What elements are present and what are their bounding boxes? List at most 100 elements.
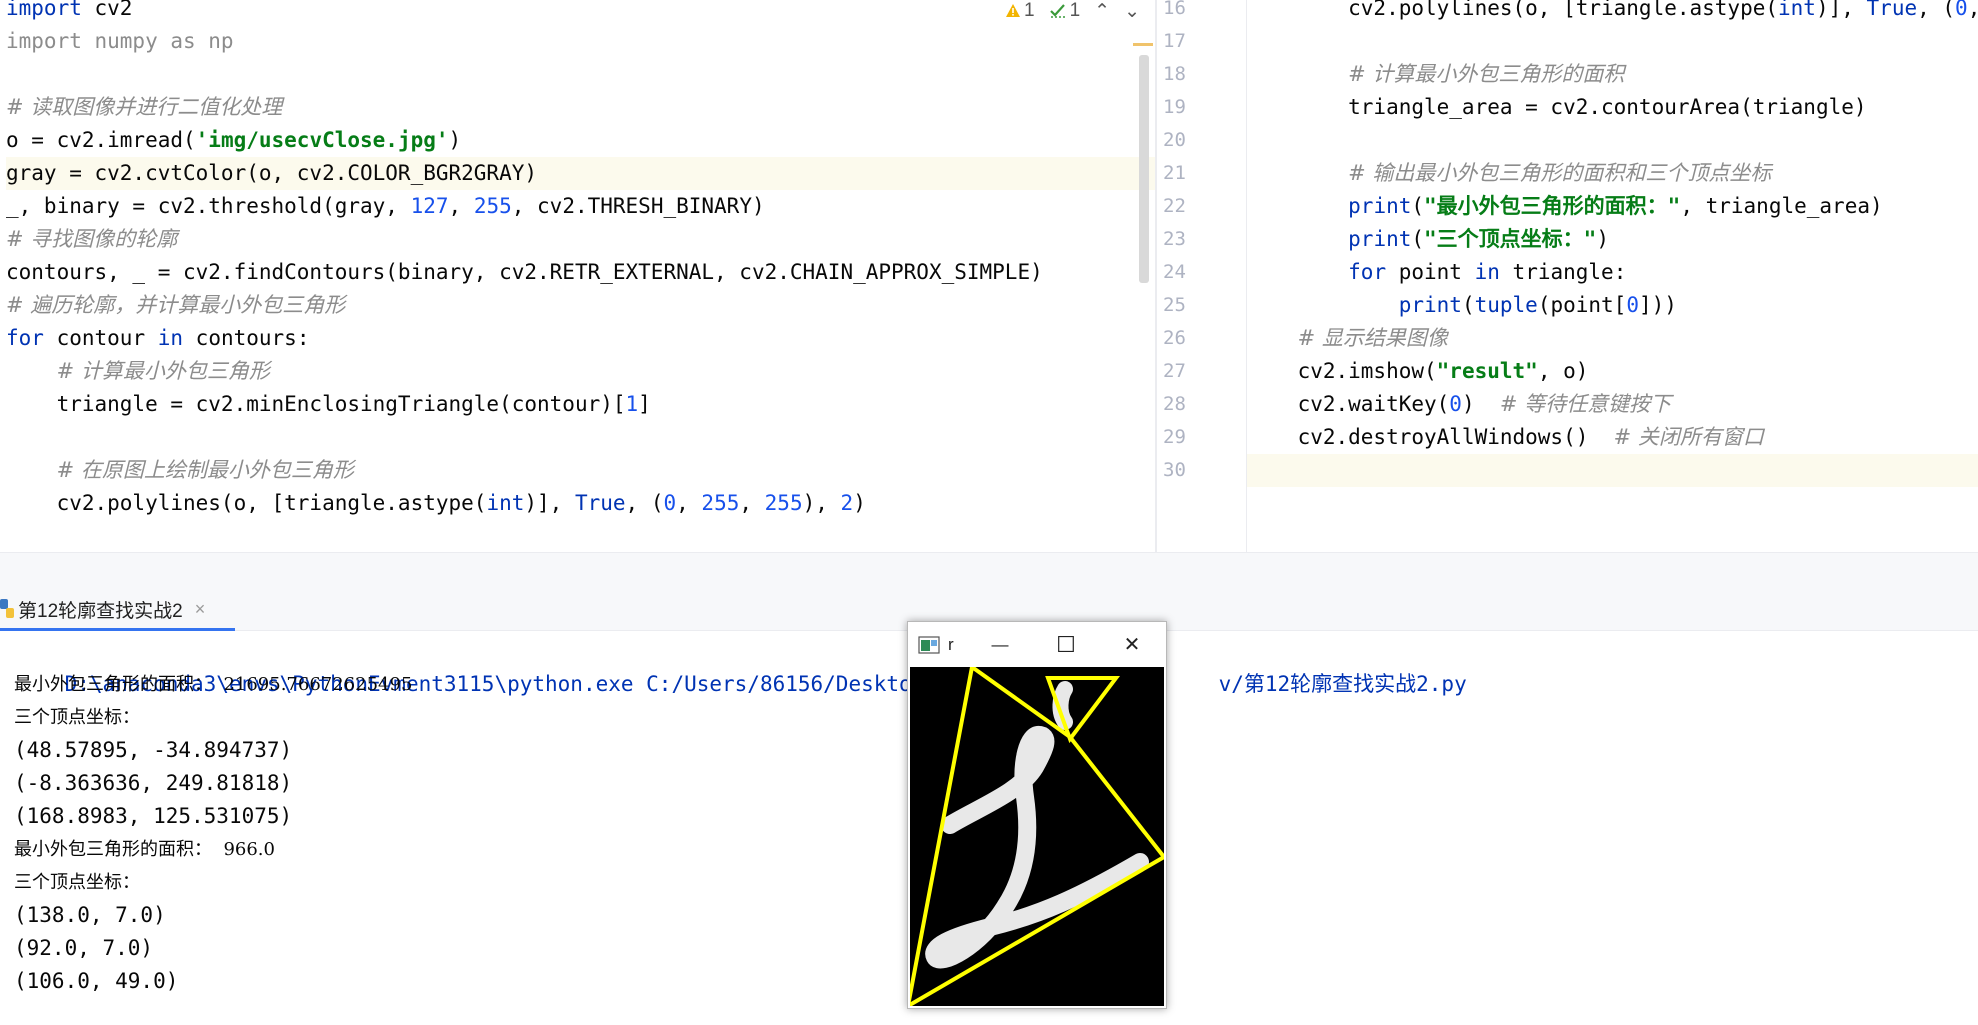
code-line[interactable]: print("三个顶点坐标：") bbox=[1247, 223, 1978, 256]
code-line[interactable]: # 读取图像并进行二值化处理 bbox=[6, 91, 1155, 124]
console-output-line: (48.57895, -34.894737) bbox=[14, 738, 293, 762]
code-line[interactable]: import numpy as np bbox=[6, 25, 1155, 58]
line-number: 17 bbox=[1163, 30, 1186, 52]
code-token: for bbox=[6, 326, 44, 350]
warning-icon bbox=[1006, 4, 1020, 17]
code-token: import bbox=[6, 0, 82, 20]
code-line[interactable]: for contour in contours: bbox=[6, 322, 1155, 355]
editor-right[interactable]: 16 17 18 19 20 21 22 23 24 25 26 27 28 29 30 cv2.polyl… bbox=[1157, 0, 1978, 552]
next-highlight-icon[interactable]: ⌄ bbox=[1124, 0, 1140, 23]
code-line[interactable]: import cv2 bbox=[6, 0, 1155, 25]
code-token: point bbox=[1386, 260, 1475, 284]
previous-highlight-icon[interactable]: ⌃ bbox=[1094, 0, 1110, 23]
code-token: True bbox=[574, 491, 626, 515]
code-token: contours: bbox=[183, 326, 310, 350]
code-token: cv2.polylines(o, [triangle.astype( bbox=[6, 491, 487, 515]
code-line[interactable]: print(tuple(point[0])) bbox=[1247, 289, 1978, 322]
code-line[interactable]: _, binary = cv2.threshold(gray, 127, 255… bbox=[6, 190, 1155, 223]
code-token: cv2.destroyAllWindows() bbox=[1247, 425, 1614, 449]
editor-left[interactable]: import cv2 import numpy as np # 读取图像并进行二值化… bbox=[0, 0, 1155, 552]
code-token: 2 bbox=[840, 491, 854, 515]
code-token: ), bbox=[802, 491, 841, 515]
inspection-indicators[interactable]: 1 1 ⌃ ⌄ bbox=[1005, 0, 1140, 22]
line-number: 25 bbox=[1163, 294, 1186, 316]
console-output-line: 三个顶点坐标： bbox=[14, 872, 140, 893]
code-token: , bbox=[448, 194, 474, 218]
line-number: 24 bbox=[1163, 261, 1186, 283]
code-line[interactable]: # 遍历轮廓，并计算最小外包三角形 bbox=[6, 289, 1155, 322]
code-line[interactable]: # 寻找图像的轮廓 bbox=[6, 223, 1155, 256]
code-line[interactable] bbox=[6, 58, 1155, 91]
code-line[interactable]: cv2.imshow("result", o) bbox=[1247, 355, 1978, 388]
tab-close-icon[interactable]: × bbox=[195, 599, 206, 620]
line-number: 22 bbox=[1163, 195, 1186, 217]
app-icon bbox=[918, 635, 940, 654]
code-token: print bbox=[1348, 227, 1412, 251]
code-token: True bbox=[1866, 0, 1918, 20]
code-line[interactable]: cv2.waitKey(0) # 等待任意键按下 bbox=[1247, 388, 1978, 421]
maximize-button[interactable]: ☐ bbox=[1038, 622, 1094, 667]
code-token: # 在原图上绘制最小外包三角形 bbox=[56, 458, 354, 482]
close-button[interactable]: ✕ bbox=[1104, 622, 1160, 667]
code-line[interactable]: gray = cv2.cvtColor(o, cv2.COLOR_BGR2GRA… bbox=[6, 157, 1155, 190]
tab-run-config[interactable]: 第12轮廓查找实战2 × bbox=[0, 590, 236, 631]
code-token: ( bbox=[1411, 194, 1425, 218]
tab-run-config-label: 第12轮廓查找实战2 bbox=[18, 600, 183, 622]
code-token: , bbox=[676, 491, 702, 515]
code-line[interactable]: # 计算最小外包三角形 bbox=[6, 355, 1155, 388]
code-line[interactable] bbox=[6, 421, 1155, 454]
code-line[interactable] bbox=[1247, 25, 1978, 58]
code-line[interactable]: for point in triangle: bbox=[1247, 256, 1978, 289]
typo-indicator[interactable]: 1 bbox=[1049, 0, 1080, 22]
code-line[interactable]: # 在原图上绘制最小外包三角形 bbox=[6, 454, 1155, 487]
python-file-icon bbox=[0, 599, 14, 618]
code-line[interactable]: o = cv2.imread('img/usecvClose.jpg') bbox=[6, 124, 1155, 157]
console-output-line: (106.0, 49.0) bbox=[14, 969, 179, 993]
warning-stripe[interactable] bbox=[1133, 43, 1153, 46]
code-token: 0 bbox=[1449, 392, 1462, 416]
code-line[interactable] bbox=[1247, 454, 1978, 487]
code-token: , ( bbox=[1917, 0, 1956, 20]
console-output-line: 三个顶点坐标： bbox=[14, 707, 140, 728]
code-line[interactable]: cv2.polylines(o, [triangle.astype(int)],… bbox=[1247, 0, 1978, 25]
code-line[interactable]: cv2.polylines(o, [triangle.astype(int)],… bbox=[6, 487, 1155, 520]
code-token: ] bbox=[638, 392, 651, 416]
check-icon bbox=[1049, 4, 1065, 18]
code-line[interactable]: contours, _ = cv2.findContours(binary, c… bbox=[6, 256, 1155, 289]
code-line[interactable]: # 输出最小外包三角形的面积和三个顶点坐标 bbox=[1247, 157, 1978, 190]
code-token: ])) bbox=[1638, 293, 1677, 317]
code-token: contours, _ = cv2.findContours(binary, c… bbox=[6, 260, 1043, 284]
code-line[interactable]: triangle_area = cv2.contourArea(triangle… bbox=[1247, 91, 1978, 124]
code-token: ) bbox=[1596, 227, 1609, 251]
code-token: )], bbox=[1815, 0, 1867, 20]
line-number: 28 bbox=[1163, 393, 1186, 415]
code-token: (point[ bbox=[1537, 293, 1627, 317]
warning-indicator[interactable]: 1 bbox=[1005, 0, 1035, 22]
vertical-scrollbar[interactable] bbox=[1139, 55, 1149, 283]
code-line[interactable]: print("最小外包三角形的面积：", triangle_area) bbox=[1247, 190, 1978, 223]
code-token: # 等待任意键按下 bbox=[1499, 392, 1672, 416]
code-token: ( bbox=[1461, 293, 1475, 317]
console-output-line: 最小外包三角形的面积： 21695.76672625495 bbox=[14, 674, 413, 695]
line-number: 16 bbox=[1163, 0, 1186, 19]
code-line[interactable]: # 显示结果图像 bbox=[1247, 322, 1978, 355]
code-line[interactable]: triangle = cv2.minEnclosingTriangle(cont… bbox=[6, 388, 1155, 421]
minimize-button[interactable]: — bbox=[972, 622, 1028, 667]
code-line[interactable] bbox=[1247, 124, 1978, 157]
editor-bottom-edge bbox=[0, 552, 1978, 591]
code-token: # 遍历轮廓，并计算最小外包三角形 bbox=[6, 293, 346, 317]
console-output-line: 最小外包三角形的面积： 966.0 bbox=[14, 839, 275, 860]
result-window-titlebar[interactable]: r — ☐ ✕ bbox=[908, 622, 1166, 667]
code-token: # 计算最小外包三角形的面积 bbox=[1348, 62, 1625, 86]
code-line[interactable]: cv2.destroyAllWindows() # 关闭所有窗口 bbox=[1247, 421, 1978, 454]
code-token: for bbox=[1348, 260, 1387, 284]
line-number-gutter: 16 17 18 19 20 21 22 23 24 25 26 27 28 29 30 bbox=[1157, 0, 1247, 552]
code-token: triangle: bbox=[1499, 260, 1627, 284]
code-token: , triangle_area) bbox=[1680, 194, 1883, 218]
code-line[interactable]: # 计算最小外包三角形的面积 bbox=[1247, 58, 1978, 91]
code-token: # 计算最小外包三角形 bbox=[56, 359, 270, 383]
result-window[interactable]: r — ☐ ✕ bbox=[905, 621, 1167, 1010]
